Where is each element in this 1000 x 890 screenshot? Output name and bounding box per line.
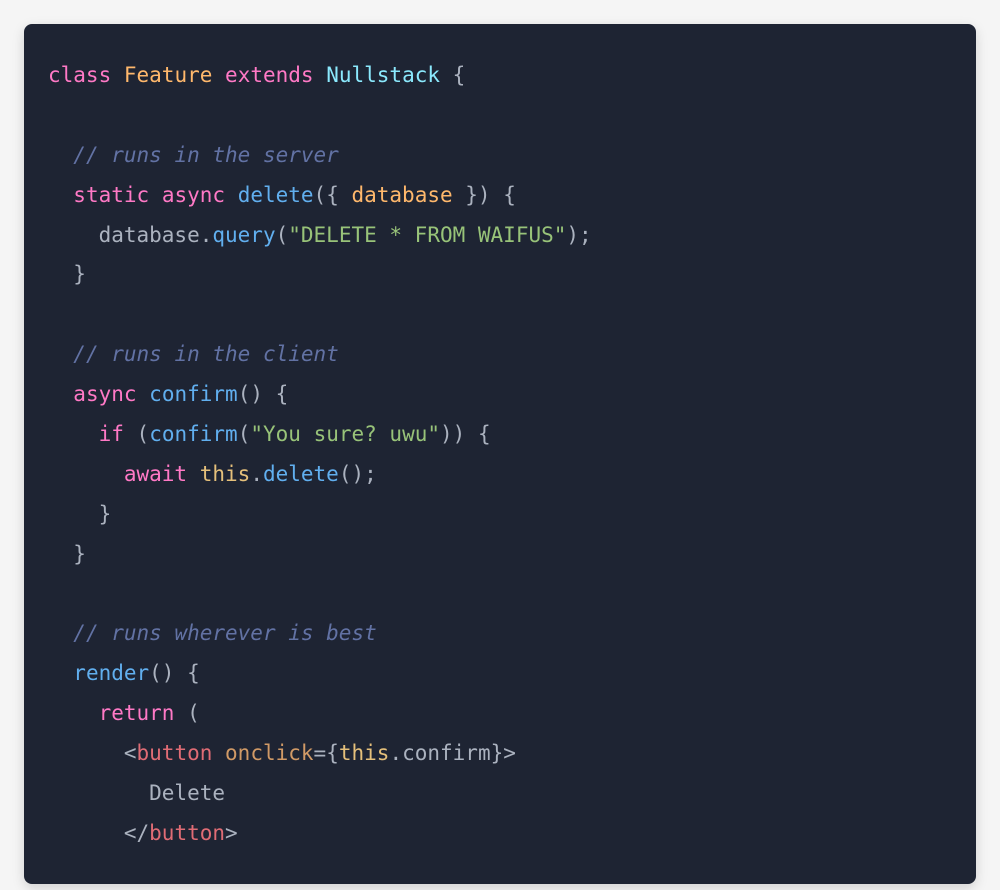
code-tokens: class Feature extends Nullstack { // run… — [48, 63, 592, 845]
code-token: extends — [225, 63, 314, 87]
code-token — [48, 821, 124, 845]
code-token: static — [73, 183, 149, 207]
code-token — [48, 542, 73, 566]
code-token — [124, 422, 137, 446]
code-token: { — [453, 63, 466, 87]
code-token: database — [351, 183, 452, 207]
code-token: // runs wherever is best — [73, 621, 376, 645]
code-token — [111, 63, 124, 87]
code-token — [48, 183, 73, 207]
code-token — [48, 661, 73, 685]
code-token: Nullstack — [326, 63, 440, 87]
code-token — [149, 183, 162, 207]
code-token — [48, 502, 99, 526]
code-token: ); — [566, 223, 591, 247]
code-token: < — [124, 741, 137, 765]
code-token: // runs in the client — [73, 342, 339, 366]
code-token: ({ — [314, 183, 352, 207]
code-token — [48, 382, 73, 406]
code-token: ( — [137, 422, 150, 446]
code-token: async — [73, 382, 136, 406]
code-token — [314, 63, 327, 87]
code-token: onclick — [225, 741, 314, 765]
code-token: > — [225, 821, 238, 845]
code-token — [440, 63, 453, 87]
code-token: confirm — [149, 382, 238, 406]
code-token: ( — [187, 701, 200, 725]
code-token — [48, 741, 124, 765]
code-token: </ — [124, 821, 149, 845]
code-token: render — [73, 661, 149, 685]
code-token: this — [200, 462, 251, 486]
code-token: { — [326, 741, 339, 765]
code-token: // runs in the server — [73, 143, 339, 167]
code-token: } — [73, 262, 86, 286]
code-token — [174, 701, 187, 725]
code-token — [48, 422, 99, 446]
code-token: button — [149, 821, 225, 845]
code-token: )) { — [440, 422, 491, 446]
code-token — [137, 382, 150, 406]
code-token — [48, 262, 73, 286]
code-token: database — [48, 223, 200, 247]
code-token — [48, 621, 73, 645]
code-token: () { — [149, 661, 200, 685]
code-token: () { — [238, 382, 289, 406]
code-token: } — [99, 502, 112, 526]
code-token: "DELETE * FROM WAIFUS" — [288, 223, 566, 247]
code-token: if — [99, 422, 124, 446]
code-token: delete — [238, 183, 314, 207]
code-token: this — [339, 741, 390, 765]
code-token — [48, 342, 73, 366]
code-token: "You sure? uwu" — [250, 422, 440, 446]
code-token: Delete — [48, 781, 225, 805]
code-token: await — [124, 462, 187, 486]
code-token: } — [491, 741, 504, 765]
code-token: > — [503, 741, 516, 765]
code-token: . — [389, 741, 402, 765]
code-token: confirm — [149, 422, 238, 446]
code-token: async — [162, 183, 225, 207]
code-token: }) { — [453, 183, 516, 207]
code-token: ( — [276, 223, 289, 247]
code-block: class Feature extends Nullstack { // run… — [24, 24, 976, 884]
code-token — [48, 701, 99, 725]
code-token — [212, 741, 225, 765]
code-token: delete — [263, 462, 339, 486]
code-token: button — [137, 741, 213, 765]
code-token: (); — [339, 462, 377, 486]
code-token — [225, 183, 238, 207]
code-token — [48, 462, 124, 486]
code-token: query — [212, 223, 275, 247]
code-content: class Feature extends Nullstack { // run… — [48, 56, 952, 854]
code-token: class — [48, 63, 111, 87]
code-token: = — [314, 741, 327, 765]
code-token: . — [200, 223, 213, 247]
code-token: confirm — [402, 741, 491, 765]
code-token — [212, 63, 225, 87]
code-token: . — [250, 462, 263, 486]
code-token: Feature — [124, 63, 213, 87]
code-token: return — [99, 701, 175, 725]
code-token — [48, 143, 73, 167]
code-token: ( — [238, 422, 251, 446]
code-token — [187, 462, 200, 486]
code-token: } — [73, 542, 86, 566]
